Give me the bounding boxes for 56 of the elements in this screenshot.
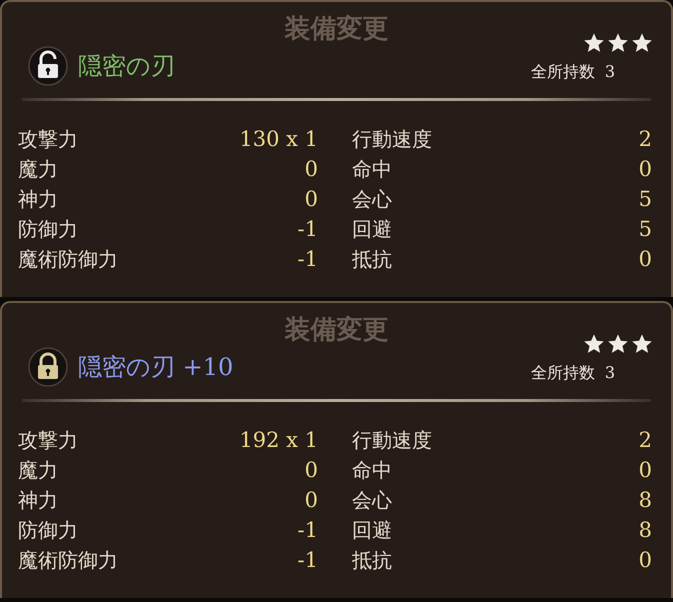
stat-value: 0 — [304, 187, 318, 211]
stat-label: 防御力 — [18, 216, 78, 242]
stat-label: 神力 — [18, 186, 58, 212]
stat-label: 行動速度 — [352, 426, 432, 454]
stat-label: 攻撃力 — [18, 426, 78, 454]
stat-label: 会心 — [352, 186, 392, 212]
unlocked-padlock-icon[interactable] — [28, 46, 68, 86]
stat-value: 8 — [638, 488, 652, 512]
star-icon — [607, 333, 629, 355]
stat-value: 0 — [638, 458, 652, 482]
stat-label: 会心 — [352, 486, 392, 514]
star-icon — [631, 32, 653, 54]
stat-label: 命中 — [352, 156, 392, 182]
stat-value: 0 — [638, 157, 652, 181]
item-name: 隠密の刃 +10 — [78, 352, 234, 383]
stat-label: 回避 — [352, 216, 392, 242]
stat-value: -1 — [298, 247, 318, 271]
stat-value: 0 — [638, 548, 652, 572]
owned-count-label: 全所持数 — [530, 363, 595, 384]
stat-label: 行動速度 — [352, 126, 432, 152]
stat-value: 2 — [638, 127, 652, 151]
stat-label: 抵抗 — [352, 246, 392, 272]
stat-value: 5 — [638, 217, 652, 241]
owned-count-label: 全所持数 — [530, 62, 595, 83]
stat-label: 魔術防御力 — [18, 246, 118, 272]
star-icon — [631, 333, 653, 355]
stat-value: 0 — [304, 488, 318, 512]
screen-title: 装備変更 — [284, 315, 388, 345]
owned-count: 3 — [604, 363, 615, 384]
star-icon — [607, 32, 629, 54]
stat-value: 192 x 1 — [239, 428, 318, 452]
stat-label: 攻撃力 — [18, 126, 78, 152]
stat-label: 命中 — [352, 456, 392, 484]
locked-padlock-icon[interactable] — [28, 347, 68, 387]
stat-value: -1 — [298, 518, 318, 542]
stat-value: -1 — [298, 548, 318, 572]
owned-count: 3 — [604, 62, 615, 83]
stat-value: 8 — [638, 518, 652, 542]
stat-value: 0 — [304, 157, 318, 181]
item-name: 隠密の刃 — [78, 51, 175, 82]
stat-value: 0 — [638, 247, 652, 271]
stat-value: 130 x 1 — [239, 127, 318, 151]
stat-label: 回避 — [352, 516, 392, 544]
stat-value: -1 — [298, 217, 318, 241]
stat-label: 神力 — [18, 486, 58, 514]
stat-label: 魔力 — [18, 456, 58, 484]
screen-title: 装備変更 — [284, 14, 388, 44]
star-icon — [583, 32, 605, 54]
star-icon — [583, 333, 605, 355]
stat-label: 魔力 — [18, 156, 58, 182]
stat-value: 5 — [638, 187, 652, 211]
stat-label: 抵抗 — [352, 546, 392, 574]
stat-value: 2 — [638, 428, 652, 452]
stat-label: 魔術防御力 — [18, 546, 118, 574]
stat-value: 0 — [304, 458, 318, 482]
stat-label: 防御力 — [18, 516, 78, 544]
